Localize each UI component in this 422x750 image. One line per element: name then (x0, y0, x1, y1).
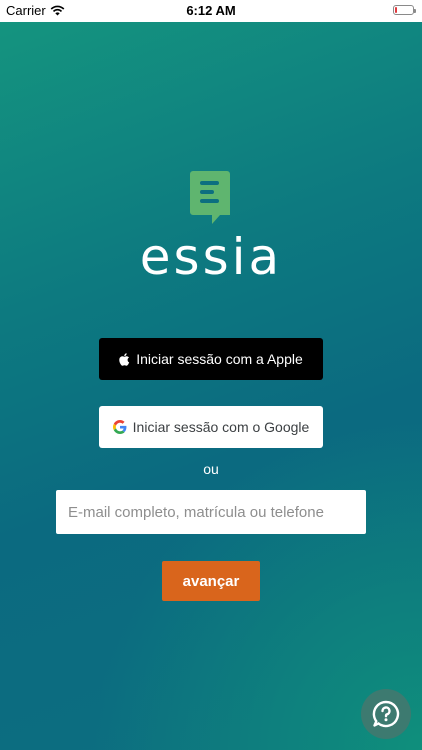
login-identifier-input[interactable] (56, 490, 366, 534)
or-separator: ou (203, 461, 219, 477)
google-icon (112, 420, 127, 434)
apple-signin-button[interactable]: Iniciar sessão com a Apple (99, 338, 323, 380)
google-signin-label: Iniciar sessão com o Google (132, 419, 310, 435)
apple-signin-label: Iniciar sessão com a Apple (136, 351, 303, 367)
apple-icon (119, 352, 130, 366)
battery-icon (393, 5, 416, 15)
status-bar: Carrier 6:12 AM (0, 0, 422, 22)
battery-level (395, 7, 397, 13)
chat-document-icon (190, 171, 230, 224)
help-button[interactable] (361, 689, 411, 739)
question-chat-icon (372, 700, 400, 728)
google-signin-button[interactable]: Iniciar sessão com o Google (99, 406, 323, 448)
next-button[interactable]: avançar (162, 561, 260, 601)
status-time: 6:12 AM (186, 3, 236, 18)
brand-wordmark: essia (139, 228, 283, 286)
